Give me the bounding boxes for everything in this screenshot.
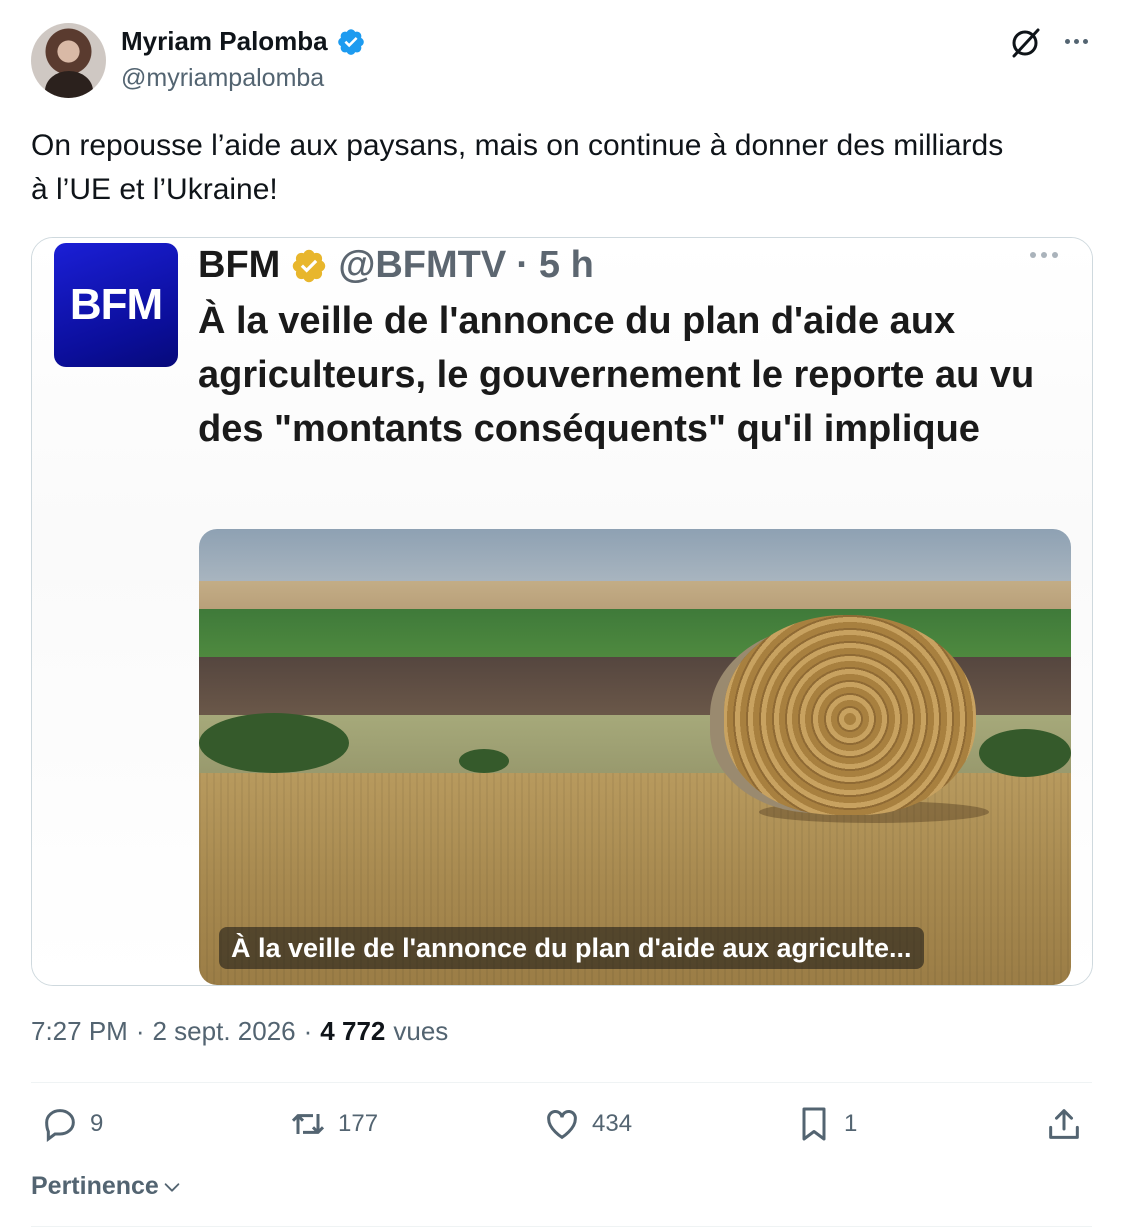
quote-headline: À la veille de l'annonce du plan d'aide …: [198, 300, 1035, 450]
post-meta: 7:27 PM · 2 sept. 2026 · 4 772 vues: [31, 1016, 448, 1047]
action-bar: 9 177 434 1: [0, 1104, 1123, 1156]
quote-header: BFM @BFMTV · 5 h: [198, 244, 594, 287]
divider: [31, 1082, 1092, 1083]
photo-caption: À la veille de l'annonce du plan d'aide …: [219, 927, 924, 969]
author-handle[interactable]: @myriampalomba: [121, 64, 324, 93]
quote-more-icon: [1030, 252, 1058, 258]
meta-separator: ·: [303, 1016, 313, 1046]
reply-sort-dropdown[interactable]: Pertinence: [31, 1172, 183, 1201]
views-label: vues: [393, 1016, 449, 1046]
meta-separator: ·: [135, 1016, 145, 1046]
bookmark-button[interactable]: 1: [794, 1104, 857, 1144]
reply-count: 9: [90, 1110, 104, 1137]
quoted-post[interactable]: BFM BFM @BFMTV · 5 h À la veille de l'an…: [31, 237, 1093, 986]
repost-count: 177: [338, 1110, 379, 1137]
quote-time: 5 h: [538, 244, 594, 286]
sort-label: Pertinence: [31, 1172, 159, 1200]
repost-icon: [291, 1114, 325, 1134]
divider: [31, 1226, 1092, 1227]
author-name-row[interactable]: Myriam Palomba: [121, 26, 366, 57]
views-count: 4 772: [320, 1016, 386, 1046]
hay-bale: [724, 615, 976, 815]
chevron-down-icon: [164, 1182, 180, 1192]
grok-icon[interactable]: [1008, 26, 1042, 60]
bookmark-count: 1: [844, 1110, 858, 1137]
author-name[interactable]: Myriam Palomba: [121, 26, 328, 57]
heart-icon: [547, 1110, 577, 1140]
quote-author-name: BFM: [198, 244, 281, 286]
share-icon: [1049, 1109, 1079, 1139]
like-count: 434: [592, 1110, 633, 1137]
reply-icon: [45, 1109, 75, 1142]
quote-author-handle: @BFMTV: [338, 244, 507, 286]
bfm-logo: BFM: [54, 243, 178, 367]
hay-bale-photo[interactable]: À la veille de l'annonce du plan d'aide …: [199, 529, 1071, 985]
post-time[interactable]: 7:27 PM: [31, 1016, 128, 1047]
like-button[interactable]: 434: [542, 1104, 632, 1144]
quote-separator: ·: [516, 244, 529, 286]
tweet-text: On repousse l’aide aux paysans, mais on …: [31, 129, 1004, 206]
gold-verified-badge-icon: [293, 249, 326, 282]
repost-button[interactable]: 177: [288, 1104, 378, 1144]
post-date[interactable]: 2 sept. 2026: [153, 1016, 296, 1047]
verified-badge-icon: [337, 28, 364, 55]
reply-button[interactable]: 9: [40, 1104, 103, 1144]
share-button[interactable]: [1044, 1104, 1084, 1144]
bookmark-icon: [802, 1107, 826, 1141]
bfm-logo-text: BFM: [69, 280, 163, 329]
more-options-icon[interactable]: [1058, 26, 1094, 56]
author-avatar[interactable]: [31, 23, 106, 98]
